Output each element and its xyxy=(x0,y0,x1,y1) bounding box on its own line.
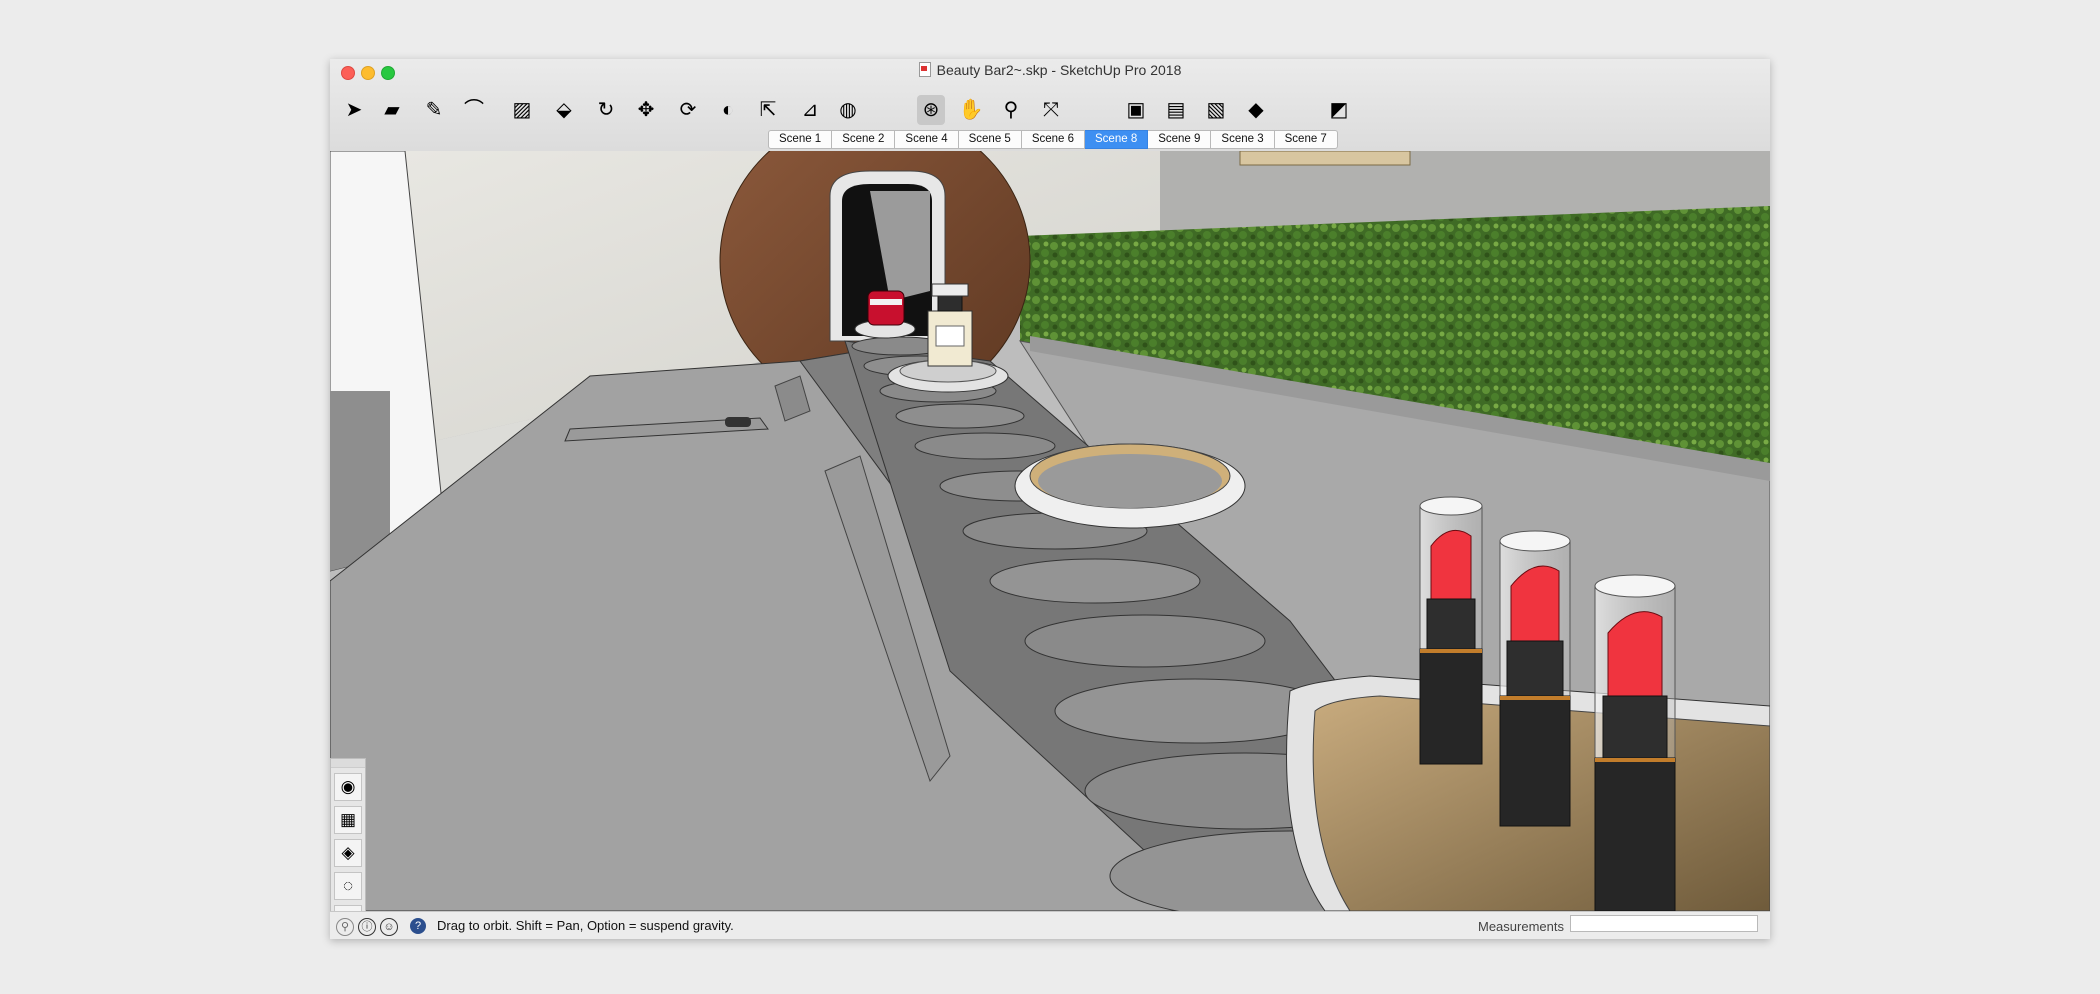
empty-tray xyxy=(1014,443,1246,529)
model-scene[interactable] xyxy=(330,151,1770,911)
user-icon[interactable]: ☺ xyxy=(380,918,398,936)
scene-tab-scene-9[interactable]: Scene 9 xyxy=(1148,130,1212,149)
styles-icon[interactable]: ◈ xyxy=(334,839,362,867)
3d-viewport[interactable]: ◉▦◈◌⚒▩💡 xyxy=(330,151,1770,911)
push-pull-tool[interactable]: ⬙ xyxy=(550,95,578,125)
eraser-tool[interactable]: ▰ xyxy=(378,95,406,125)
scene-tab-scene-8[interactable]: Scene 8 xyxy=(1085,130,1149,149)
document-icon xyxy=(918,62,931,77)
lipstick-2 xyxy=(1499,530,1571,827)
3d-warehouse-tool[interactable]: ▣ xyxy=(1122,95,1150,125)
zoom-tool[interactable]: ⚲ xyxy=(997,95,1025,125)
wall-frame xyxy=(1239,151,1411,166)
scale-tool[interactable]: ⇱ xyxy=(754,95,782,125)
scene-tab-scene-7[interactable]: Scene 7 xyxy=(1274,130,1338,149)
sketchup-window: Beauty Bar2~.skp - SketchUp Pro 2018 ➤ ▰ ✎… xyxy=(330,59,1770,939)
lipstick-3 xyxy=(1594,574,1676,911)
measurements-input[interactable] xyxy=(1570,915,1758,932)
offset-tool[interactable]: ↻ xyxy=(592,95,620,125)
scenes-icon[interactable]: ◌ xyxy=(334,872,362,900)
scene-tabs: Scene 1 Scene 2 Scene 4 Scene 5 Scene 6 Scene… xyxy=(768,130,1338,149)
window-title: Beauty Bar2~.skp - SketchUp Pro 2018 xyxy=(330,62,1770,78)
status-message: Drag to orbit. Shift = Pan, Option = sus… xyxy=(437,918,734,933)
lipstick-1 xyxy=(1419,496,1483,765)
scene-tab-scene-5[interactable]: Scene 5 xyxy=(958,130,1022,149)
follow-me-tool[interactable]: ◐ xyxy=(714,95,742,125)
components-icon[interactable]: ▦ xyxy=(334,806,362,834)
section-tool[interactable]: ◩ xyxy=(1325,95,1353,125)
shape-tool[interactable]: ▨ xyxy=(508,95,536,125)
slot-button xyxy=(725,417,751,427)
layout-tool[interactable]: ▧ xyxy=(1202,95,1230,125)
orbit-tool[interactable]: ⊛ xyxy=(917,95,945,125)
line-tool[interactable]: ✎ xyxy=(420,95,448,125)
rotate-tool[interactable]: ⟳ xyxy=(674,95,702,125)
pan-tool[interactable]: ✋ xyxy=(957,95,985,125)
geo-location-icon[interactable]: ⚲ xyxy=(336,918,354,936)
status-bar: ⚲ ⓘ ☺ ? Drag to orbit. Shift = Pan, Opti… xyxy=(330,911,1770,939)
move-tool[interactable]: ✥ xyxy=(632,95,660,125)
scene-tab-scene-2[interactable]: Scene 2 xyxy=(832,130,896,149)
help-icon[interactable]: ? xyxy=(410,918,426,934)
scene-tab-scene-3[interactable]: Scene 3 xyxy=(1211,130,1275,149)
measurements-label: Measurements xyxy=(1478,919,1564,934)
select-tool[interactable]: ➤ xyxy=(340,95,368,125)
zoom-extents-tool[interactable]: ⤧ xyxy=(1037,95,1065,125)
credits-icon[interactable]: ⓘ xyxy=(358,918,376,936)
paint-bucket-tool[interactable]: ◍ xyxy=(834,95,862,125)
scene-tab-scene-1[interactable]: Scene 1 xyxy=(768,130,833,149)
palette-grip[interactable] xyxy=(331,759,365,768)
window-title-text: Beauty Bar2~.skp - SketchUp Pro 2018 xyxy=(936,62,1182,78)
extension-warehouse-tool[interactable]: ▤ xyxy=(1162,95,1190,125)
extension-manager-tool[interactable]: ◆ xyxy=(1242,95,1270,125)
tool-palette: ◉▦◈◌⚒▩💡 xyxy=(330,758,366,911)
tape-measure-tool[interactable]: ⊿ xyxy=(796,95,824,125)
materials-icon[interactable]: ◉ xyxy=(334,773,362,801)
arc-tool[interactable]: ⌒ xyxy=(460,95,488,125)
scene-tab-scene-4[interactable]: Scene 4 xyxy=(895,130,959,149)
scene-tab-scene-6[interactable]: Scene 6 xyxy=(1021,130,1086,149)
